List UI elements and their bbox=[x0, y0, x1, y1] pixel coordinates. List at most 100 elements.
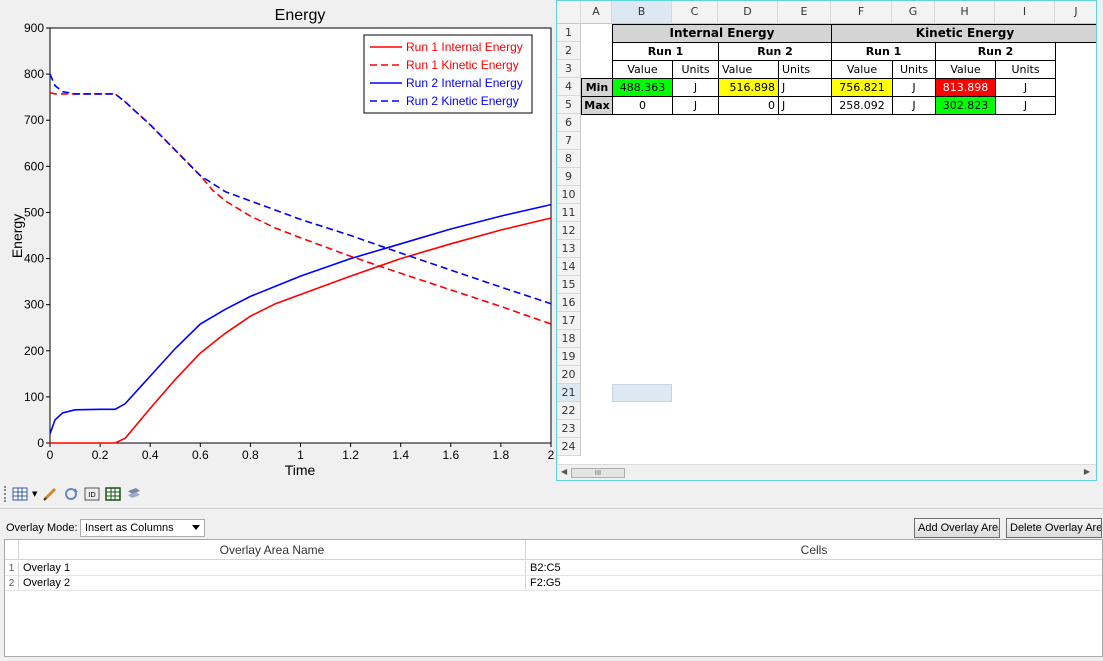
y-tick-label: 500 bbox=[24, 205, 44, 219]
header-value[interactable]: Value bbox=[612, 60, 673, 79]
row-header-13[interactable]: 13 bbox=[557, 240, 581, 258]
row-header-19[interactable]: 19 bbox=[557, 348, 581, 366]
row-header-12[interactable]: 12 bbox=[557, 222, 581, 240]
table-row-number[interactable]: 1 bbox=[5, 561, 19, 576]
row-header-6[interactable]: 6 bbox=[557, 114, 581, 132]
column-header-e[interactable]: E bbox=[778, 1, 831, 24]
x-tick-label: 0.2 bbox=[92, 448, 109, 462]
column-header-name[interactable]: Overlay Area Name bbox=[19, 540, 526, 560]
column-header-a[interactable]: A bbox=[581, 1, 612, 24]
min-ie-run2-units[interactable]: J bbox=[778, 78, 832, 97]
column-header-b[interactable]: B bbox=[612, 1, 672, 24]
overlay-name-cell[interactable]: Overlay 2 bbox=[19, 576, 526, 591]
min-ke-run2-value[interactable]: 813.898 bbox=[935, 78, 996, 97]
row-header-8[interactable]: 8 bbox=[557, 150, 581, 168]
row-header-23[interactable]: 23 bbox=[557, 420, 581, 438]
selected-cell[interactable] bbox=[612, 384, 672, 402]
row-header-17[interactable]: 17 bbox=[557, 312, 581, 330]
max-ie-run2-units[interactable]: J bbox=[778, 96, 832, 115]
header-kinetic-energy[interactable]: Kinetic Energy bbox=[831, 24, 1096, 43]
table-row-number[interactable]: 2 bbox=[5, 576, 19, 591]
max-ke-run2-units[interactable]: J bbox=[995, 96, 1056, 115]
scroll-left-icon[interactable]: ◀ bbox=[561, 467, 567, 476]
max-ie-run2-value[interactable]: 0 bbox=[718, 96, 779, 115]
row-header-20[interactable]: 20 bbox=[557, 366, 581, 384]
header-value[interactable]: Value bbox=[831, 60, 893, 79]
table-icon[interactable] bbox=[104, 486, 121, 503]
header-units[interactable]: Units bbox=[995, 60, 1056, 79]
row-label-max[interactable]: Max bbox=[581, 96, 613, 115]
overlay-table: Overlay Area Name Cells 1 Overlay 1 B2:C5 2… bbox=[4, 539, 1103, 657]
y-tick-label: 900 bbox=[24, 21, 44, 35]
legend-entry: Run 1 Internal Energy bbox=[406, 40, 523, 54]
max-ie-run1-units[interactable]: J bbox=[672, 96, 719, 115]
column-header-d[interactable]: D bbox=[718, 1, 778, 24]
header-ie-run2[interactable]: Run 2 bbox=[718, 42, 832, 61]
min-ke-run2-units[interactable]: J bbox=[995, 78, 1056, 97]
delete-overlay-area-button[interactable]: Delete Overlay Area bbox=[1006, 518, 1102, 538]
row-label-min[interactable]: Min bbox=[581, 78, 613, 97]
header-units[interactable]: Units bbox=[672, 60, 719, 79]
spreadsheet-panel[interactable]: A B C D E F G H I J 1 2 3 4 5 6 7 8 9 10 11 12 13 14 15 16 17 18 19 2… bbox=[556, 0, 1097, 481]
chevron-down-icon[interactable]: ▼ bbox=[32, 490, 37, 498]
max-ke-run1-units[interactable]: J bbox=[892, 96, 936, 115]
max-ke-run2-value[interactable]: 302.823 bbox=[935, 96, 996, 115]
chevron-down-icon bbox=[192, 525, 200, 530]
column-header-g[interactable]: G bbox=[892, 1, 935, 24]
column-header-i[interactable]: I bbox=[995, 1, 1055, 24]
header-units[interactable]: Units bbox=[778, 60, 832, 79]
overlay-mode-select[interactable]: Insert as Columns bbox=[80, 519, 205, 537]
column-header-j[interactable]: J bbox=[1055, 1, 1096, 24]
column-header-f[interactable]: F bbox=[831, 1, 892, 24]
row-header-4[interactable]: 4 bbox=[557, 78, 581, 96]
min-ie-run2-value[interactable]: 516.898 bbox=[718, 78, 779, 97]
row-header-14[interactable]: 14 bbox=[557, 258, 581, 276]
row-header-16[interactable]: 16 bbox=[557, 294, 581, 312]
row-header-11[interactable]: 11 bbox=[557, 204, 581, 222]
row-header-18[interactable]: 18 bbox=[557, 330, 581, 348]
min-ke-run1-units[interactable]: J bbox=[892, 78, 936, 97]
min-ke-run1-value[interactable]: 756.821 bbox=[831, 78, 893, 97]
row-header-2[interactable]: 2 bbox=[557, 42, 581, 60]
max-ie-run1-value[interactable]: 0 bbox=[612, 96, 673, 115]
row-header-1[interactable]: 1 bbox=[557, 24, 581, 42]
overlay-name-cell[interactable]: Overlay 1 bbox=[19, 561, 526, 576]
header-value[interactable]: Value bbox=[935, 60, 996, 79]
min-ie-run1-units[interactable]: J bbox=[672, 78, 719, 97]
row-header-3[interactable]: 3 bbox=[557, 60, 581, 78]
row-header-21[interactable]: 21 bbox=[557, 384, 581, 402]
row-header-15[interactable]: 15 bbox=[557, 276, 581, 294]
overlay-cells-cell[interactable]: F2:G5 bbox=[526, 576, 1102, 591]
sheet-corner[interactable] bbox=[557, 1, 581, 24]
chart-title: Energy bbox=[275, 7, 326, 24]
max-ke-run1-value[interactable]: 258.092 bbox=[831, 96, 893, 115]
column-header-h[interactable]: H bbox=[935, 1, 995, 24]
layers-icon[interactable] bbox=[125, 486, 142, 503]
row-header-7[interactable]: 7 bbox=[557, 132, 581, 150]
add-overlay-area-button[interactable]: Add Overlay Area bbox=[914, 518, 1000, 538]
pencil-icon[interactable] bbox=[41, 486, 58, 503]
header-ie-run1[interactable]: Run 1 bbox=[612, 42, 719, 61]
row-header-10[interactable]: 10 bbox=[557, 186, 581, 204]
scroll-thumb[interactable]: III bbox=[571, 468, 625, 478]
scroll-right-icon[interactable]: ▶ bbox=[1084, 467, 1090, 476]
grid-layout-icon[interactable] bbox=[11, 486, 28, 503]
header-units[interactable]: Units bbox=[892, 60, 936, 79]
header-internal-energy[interactable]: Internal Energy bbox=[612, 24, 832, 43]
header-ke-run2[interactable]: Run 2 bbox=[935, 42, 1056, 61]
row-header-22[interactable]: 22 bbox=[557, 402, 581, 420]
header-ke-run1[interactable]: Run 1 bbox=[831, 42, 936, 61]
toolbar-grip bbox=[4, 486, 7, 502]
id-icon[interactable]: ID bbox=[83, 486, 100, 503]
refresh-icon[interactable] bbox=[62, 486, 79, 503]
row-header-5[interactable]: 5 bbox=[557, 96, 581, 114]
x-tick-label: 0.6 bbox=[192, 448, 209, 462]
horizontal-scrollbar[interactable]: ◀ III ▶ bbox=[557, 464, 1096, 480]
row-header-9[interactable]: 9 bbox=[557, 168, 581, 186]
header-value[interactable]: Value bbox=[718, 60, 779, 79]
column-header-c[interactable]: C bbox=[672, 1, 718, 24]
row-header-24[interactable]: 24 bbox=[557, 438, 581, 456]
min-ie-run1-value[interactable]: 488.363 bbox=[612, 78, 673, 97]
column-header-cells[interactable]: Cells bbox=[526, 540, 1102, 560]
overlay-cells-cell[interactable]: B2:C5 bbox=[526, 561, 1102, 576]
